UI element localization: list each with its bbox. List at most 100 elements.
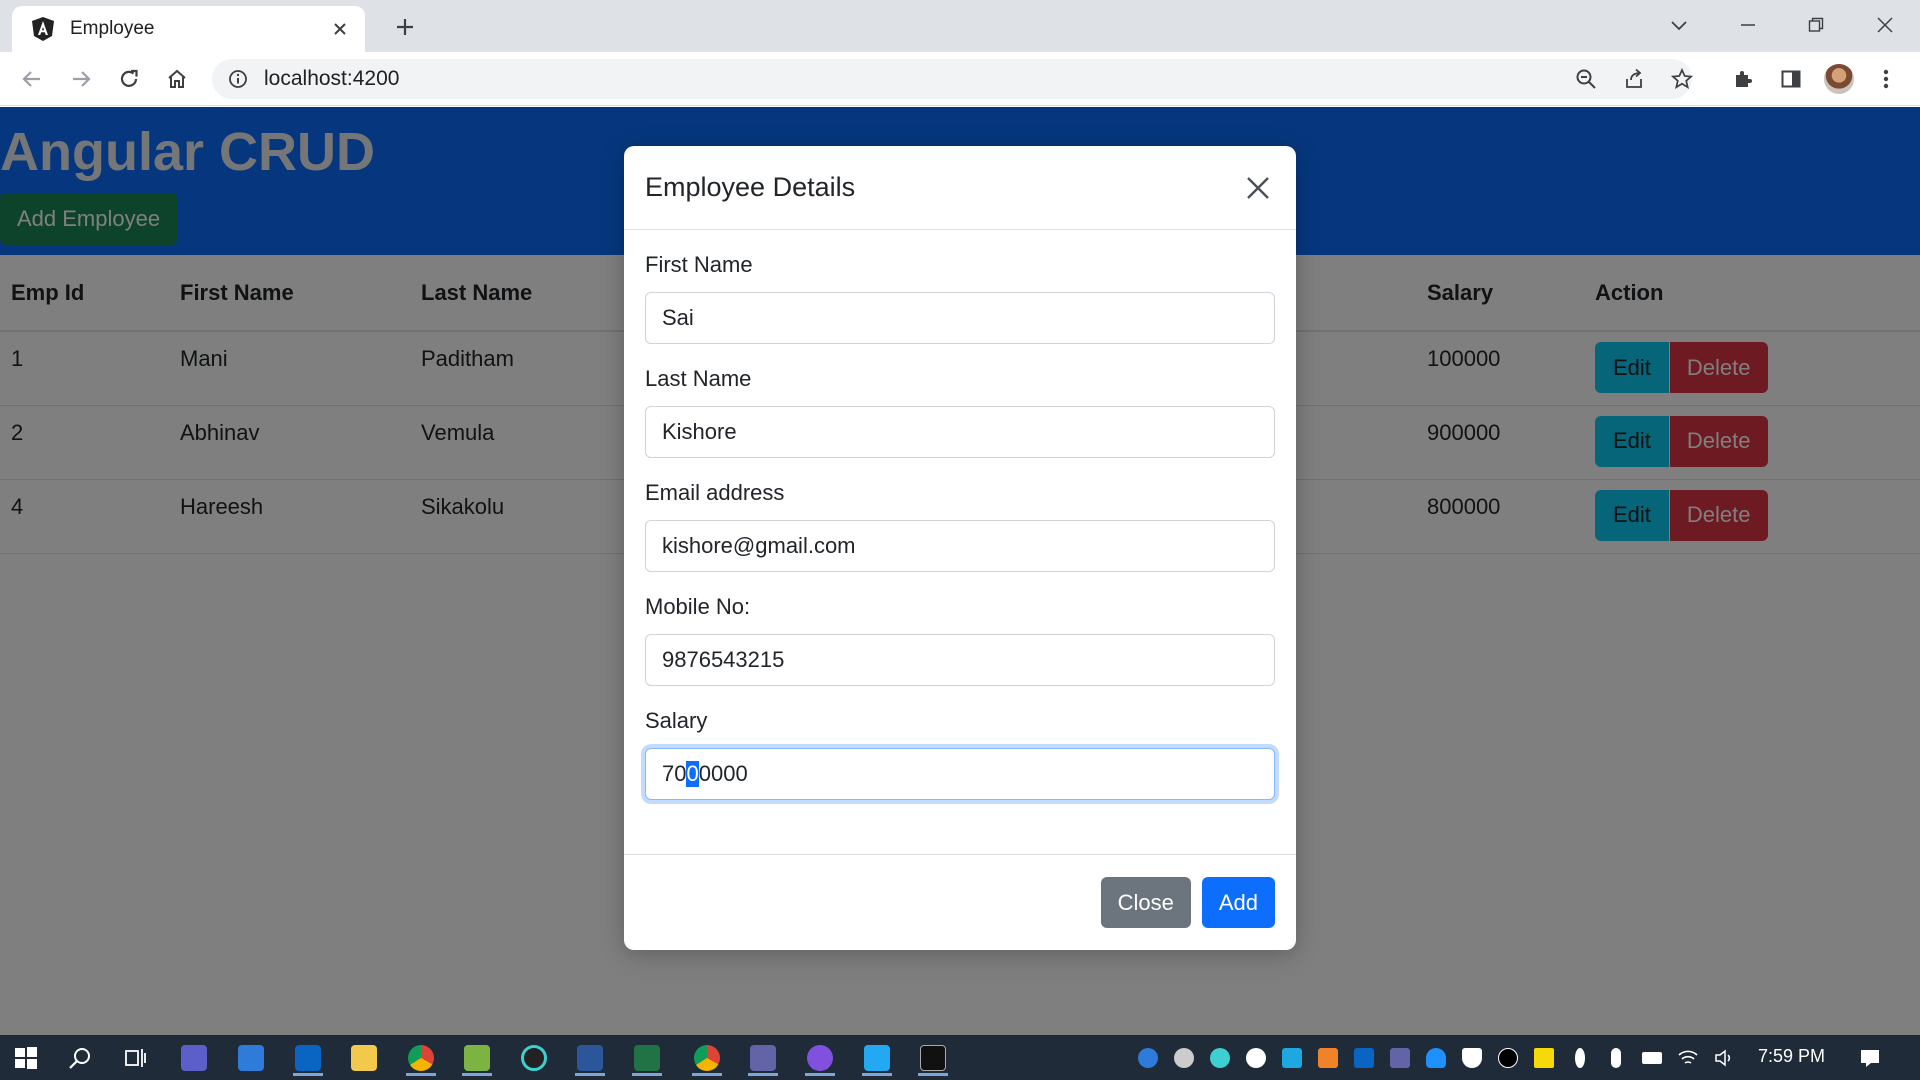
running-indicator xyxy=(692,1073,722,1076)
menu-icon[interactable] xyxy=(1869,62,1903,96)
email-field[interactable]: kishore@gmail.com xyxy=(645,520,1275,572)
word-icon[interactable] xyxy=(572,1040,608,1076)
chevron-down-icon[interactable] xyxy=(1662,8,1696,42)
task-view-icon[interactable] xyxy=(117,1040,153,1076)
avatar xyxy=(1824,64,1854,94)
webex-tray-icon[interactable] xyxy=(1208,1046,1232,1070)
back-icon[interactable] xyxy=(15,62,49,96)
tray-app-icon[interactable] xyxy=(1280,1046,1304,1070)
home-icon[interactable] xyxy=(160,62,194,96)
first-name-group: First Name Sai xyxy=(645,252,1275,344)
notification-icon[interactable] xyxy=(1858,1046,1882,1070)
info-icon[interactable] xyxy=(226,67,250,91)
clock-tray-icon[interactable] xyxy=(1244,1046,1268,1070)
minimize-icon[interactable] xyxy=(1731,8,1765,42)
teams-tray-icon[interactable] xyxy=(1388,1046,1412,1070)
browser-toolbar: localhost:4200 xyxy=(0,52,1920,106)
salary-text-selection: 0 xyxy=(686,761,699,787)
running-indicator xyxy=(918,1073,948,1076)
calendar-icon[interactable] xyxy=(233,1040,269,1076)
salary-group: Salary 70 0 0000 xyxy=(645,708,1275,800)
search-icon[interactable] xyxy=(62,1040,98,1076)
modal-footer: Close Add xyxy=(624,854,1296,950)
email-label: Email address xyxy=(645,480,785,505)
star-icon[interactable] xyxy=(1665,62,1699,96)
outlook-icon[interactable] xyxy=(290,1040,326,1076)
window-close-icon[interactable] xyxy=(1868,8,1902,42)
address-bar[interactable]: localhost:4200 xyxy=(212,59,1693,99)
microphone-icon[interactable] xyxy=(1604,1046,1628,1070)
modal-title: Employee Details xyxy=(645,172,856,202)
notepad-icon[interactable] xyxy=(459,1040,495,1076)
reload-icon[interactable] xyxy=(112,62,146,96)
running-indicator xyxy=(632,1073,662,1076)
running-indicator xyxy=(805,1073,835,1076)
tab-strip: Employee xyxy=(0,0,1920,52)
zoom-out-icon[interactable] xyxy=(1569,62,1603,96)
browser-tab[interactable]: Employee xyxy=(12,6,365,52)
taskbar-clock[interactable]: 7:59 PM xyxy=(1758,1046,1825,1067)
mobile-label: Mobile No: xyxy=(645,594,751,619)
close-icon[interactable] xyxy=(1240,170,1276,206)
page-content: Angular CRUD Add Employee Emp Id First N… xyxy=(0,107,1920,1035)
tab-title: Employee xyxy=(70,18,155,39)
wifi-icon[interactable] xyxy=(1676,1046,1700,1070)
outlook-tray-icon[interactable] xyxy=(1352,1046,1376,1070)
onedrive-icon[interactable] xyxy=(1424,1046,1448,1070)
first-name-input[interactable]: Sai xyxy=(645,292,1275,344)
file-explorer-icon[interactable] xyxy=(346,1040,382,1076)
last-name-input[interactable]: Kishore xyxy=(645,406,1275,458)
tray-app-icon[interactable] xyxy=(1172,1046,1196,1070)
add-button[interactable]: Add xyxy=(1201,877,1275,928)
extensions-icon[interactable] xyxy=(1726,62,1760,96)
windows-start-icon[interactable] xyxy=(8,1040,44,1076)
chrome-active-icon[interactable] xyxy=(689,1040,725,1076)
chrome-icon[interactable] xyxy=(403,1040,439,1076)
angular-logo-icon xyxy=(32,17,54,41)
mobile-input[interactable]: 9876543215 xyxy=(645,634,1275,686)
employee-details-modal: Employee Details First Name Sai Last Nam… xyxy=(624,146,1296,950)
tray-app-icon[interactable] xyxy=(1496,1046,1520,1070)
windows-taskbar: 7:59 PM xyxy=(0,1035,1920,1080)
side-panel-icon[interactable] xyxy=(1774,62,1808,96)
profile-avatar[interactable] xyxy=(1822,62,1856,96)
teams-classic-icon[interactable] xyxy=(176,1040,212,1076)
restore-icon[interactable] xyxy=(1799,8,1833,42)
close-button[interactable]: Close xyxy=(1100,877,1191,928)
vscode-icon[interactable] xyxy=(859,1040,895,1076)
first-name-label: First Name xyxy=(645,252,753,277)
running-indicator xyxy=(462,1073,492,1076)
excel-icon[interactable] xyxy=(629,1040,665,1076)
modal-header: Employee Details xyxy=(624,146,1296,230)
modal-body: First Name Sai Last Name Kishore Email a… xyxy=(624,230,1296,800)
webex-icon[interactable] xyxy=(516,1040,552,1076)
teams-icon[interactable] xyxy=(745,1040,781,1076)
running-indicator xyxy=(748,1073,778,1076)
tray-app-icon[interactable] xyxy=(1532,1046,1556,1070)
running-indicator xyxy=(862,1073,892,1076)
forward-icon[interactable] xyxy=(64,62,98,96)
salary-text-after: 0000 xyxy=(698,761,748,786)
email-group: Email address kishore@gmail.com xyxy=(645,480,1275,572)
new-tab-plus-icon[interactable] xyxy=(390,12,420,42)
salary-input[interactable]: 70 0 0000 xyxy=(645,748,1275,800)
running-indicator xyxy=(575,1073,605,1076)
terminal-icon[interactable] xyxy=(915,1040,951,1076)
salary-text-before: 70 xyxy=(662,761,687,786)
battery-icon[interactable] xyxy=(1640,1046,1664,1070)
last-name-label: Last Name xyxy=(645,366,752,391)
dollar-tray-icon[interactable] xyxy=(1568,1046,1592,1070)
github-icon[interactable] xyxy=(802,1040,838,1076)
java-tray-icon[interactable] xyxy=(1316,1046,1340,1070)
salary-label: Salary xyxy=(645,708,708,733)
tray-app-icon[interactable] xyxy=(1136,1046,1160,1070)
volume-icon[interactable] xyxy=(1712,1046,1736,1070)
security-shield-icon[interactable] xyxy=(1460,1046,1484,1070)
mobile-group: Mobile No: 9876543215 xyxy=(645,594,1275,686)
url-text: localhost:4200 xyxy=(264,67,400,90)
running-indicator xyxy=(406,1073,436,1076)
share-icon[interactable] xyxy=(1617,62,1651,96)
tab-close-icon[interactable] xyxy=(329,18,351,40)
last-name-group: Last Name Kishore xyxy=(645,366,1275,458)
running-indicator xyxy=(293,1073,323,1076)
